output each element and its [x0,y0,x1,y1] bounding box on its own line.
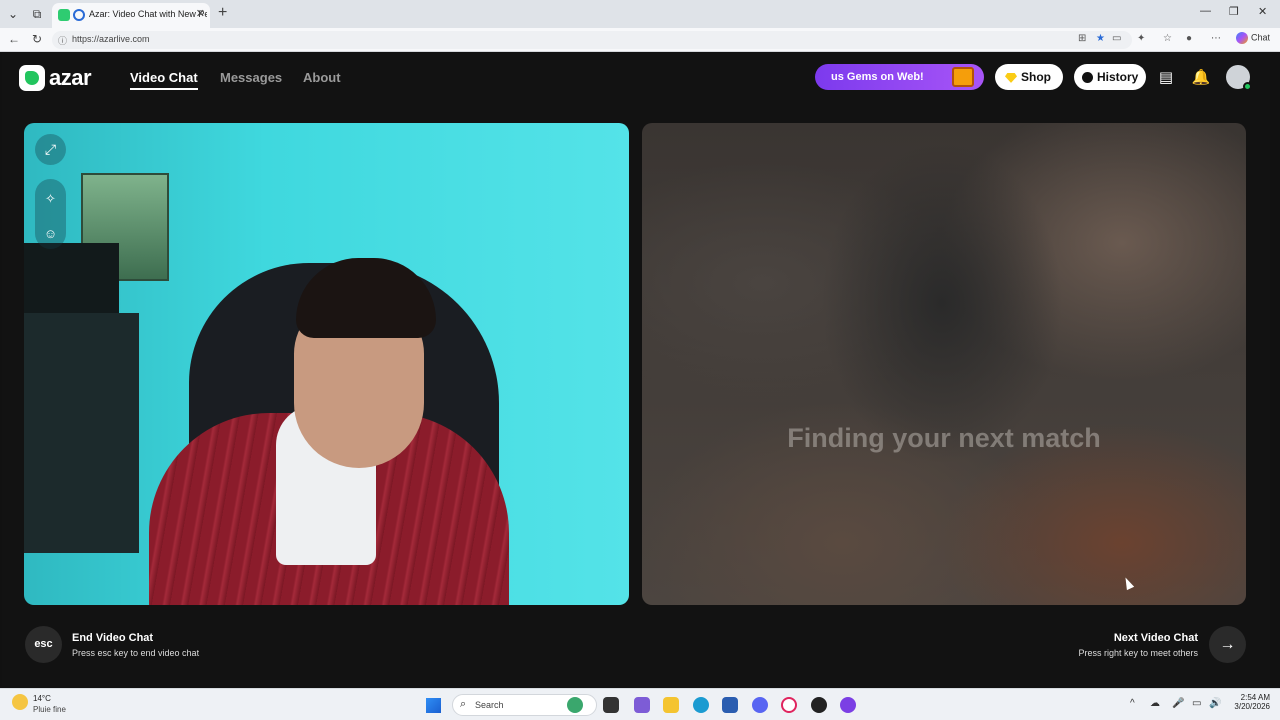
inbox-icon[interactable]: ▤ [1156,68,1176,86]
workspaces-icon[interactable]: ⧉ [28,5,46,23]
tab-title: Azar: Video Chat with New Pe [89,9,207,19]
end-chat-hint: Press esc key to end video chat [72,648,200,658]
edge-browser-icon[interactable] [693,697,709,713]
profile-icon[interactable]: ● [1186,33,1192,44]
gem-icon [1005,72,1017,83]
browser-tab-active[interactable]: Azar: Video Chat with New Pe ✕ [52,3,210,28]
browser-toolbar: ← ↻ ⓘ https://azarlive.com ⊞ ★ ▭ ✦ ☆ ● ⋯… [0,28,1280,52]
url-text: https://azarlive.com [72,34,150,44]
treasure-chest-icon [952,67,974,87]
more-menu-icon[interactable]: ⋯ [1211,33,1221,44]
favorites-icon[interactable]: ☆ [1163,33,1172,44]
copilot-icon [1236,32,1248,44]
end-chat-title: End Video Chat [72,632,154,644]
online-status-dot [1243,82,1252,91]
history-label: History [1097,70,1139,84]
windows-taskbar: 14°C Pluie fine ⌕ Search ^ ☁ 🎤 ▭ 🔊 2:54 … [0,688,1280,720]
task-view-icon[interactable] [603,697,619,713]
address-bar[interactable]: ⓘ https://azarlive.com [52,31,1132,49]
refresh-icon[interactable]: ↻ [32,32,42,46]
opera-icon[interactable] [781,697,797,713]
next-chat-hint: Press right key to meet others [1078,648,1198,658]
volume-icon[interactable]: 🔊 [1209,698,1221,709]
copilot-chat-button[interactable]: Chat [1236,32,1270,44]
background-shelf [24,313,139,553]
back-arrow-icon[interactable]: ← [8,32,20,46]
expand-video-button[interactable]: ⤢ [35,134,66,165]
azar-favicon-icon [58,9,70,21]
search-label: Search [475,700,504,710]
shop-label: Shop [1021,70,1051,84]
new-tab-button[interactable]: + [218,4,227,22]
clock-date: 3/20/2026 [1234,702,1270,711]
network-icon[interactable]: ☁ [1150,698,1160,709]
file-explorer-icon[interactable] [663,697,679,713]
clock-time: 2:54 AM [1240,693,1270,702]
taskbar-app-icon[interactable] [567,697,583,713]
azar-app: azar Video Chat Messages About us Gems o… [2,53,1270,686]
microphone-icon[interactable]: 🎤 [1172,698,1184,709]
favorite-star-icon[interactable]: ★ [1096,33,1105,44]
obs-icon[interactable] [811,697,827,713]
azar-logo[interactable]: azar [19,65,92,91]
search-icon: ⌕ [460,698,467,710]
minimize-icon[interactable]: — [1200,5,1211,17]
next-chat-button[interactable]: → [1209,626,1246,663]
store-icon[interactable] [722,697,738,713]
arrow-right-icon: → [1219,636,1236,653]
camera-in-use-icon[interactable]: ▭ [1112,33,1121,44]
battery-icon[interactable]: ▭ [1192,698,1201,709]
effects-toolbar: ✧ ☺ [35,179,66,249]
widgets-icon[interactable] [634,697,650,713]
end-chat-button[interactable]: esc [25,626,62,663]
extensions-icon[interactable]: ✦ [1137,33,1145,44]
nav-about[interactable]: About [303,70,341,85]
weather-condition: Pluie fine [33,705,66,714]
background-tv [24,243,119,321]
restore-icon[interactable]: ❐ [1229,5,1239,18]
face-filter-icon[interactable]: ☺ [35,218,66,249]
start-button-icon[interactable] [426,698,441,713]
window-close-icon[interactable]: ✕ [1258,5,1267,18]
tab-actions-chevron-icon[interactable]: ⌄ [4,5,22,23]
next-chat-title: Next Video Chat [1113,632,1198,644]
site-info-icon[interactable]: ⓘ [58,34,67,47]
system-clock[interactable]: 2:54 AM 3/20/2026 [1226,693,1270,711]
promo-text: us Gems on Web! [831,71,924,83]
logo-wordmark: azar [49,65,92,90]
weather-icon [12,694,28,710]
remote-video-feed: Finding your next match [642,123,1246,605]
app-available-icon[interactable]: ⊞ [1078,33,1086,44]
shop-button[interactable]: Shop [995,64,1063,90]
weather-widget[interactable]: 14°C Pluie fine [12,694,66,714]
tray-chevron-icon[interactable]: ^ [1130,698,1135,709]
temperature: 14°C [33,694,51,703]
notification-bell-icon[interactable]: 🔔 [1191,68,1211,86]
discord-icon[interactable] [752,697,768,713]
recording-indicator-icon [73,9,85,21]
user-avatar[interactable] [1226,65,1252,91]
browser-tab-strip: ⌄ ⧉ Azar: Video Chat with New Pe ✕ + — ❐… [0,0,1280,28]
app-circle-icon[interactable] [840,697,856,713]
nav-messages[interactable]: Messages [220,70,282,85]
history-button[interactable]: History [1074,64,1146,90]
local-video-feed: ⤢ ✧ ☺ [24,123,629,605]
nav-video-chat[interactable]: Video Chat [130,70,198,90]
azar-logo-icon [19,65,45,91]
tab-close-icon[interactable]: ✕ [196,7,205,20]
finding-match-text: Finding your next match [787,423,1101,453]
magic-wand-icon[interactable]: ✧ [35,183,66,214]
gems-promo-banner[interactable]: us Gems on Web! [815,64,984,90]
clock-icon [1082,72,1093,84]
copilot-label: Chat [1251,32,1271,43]
